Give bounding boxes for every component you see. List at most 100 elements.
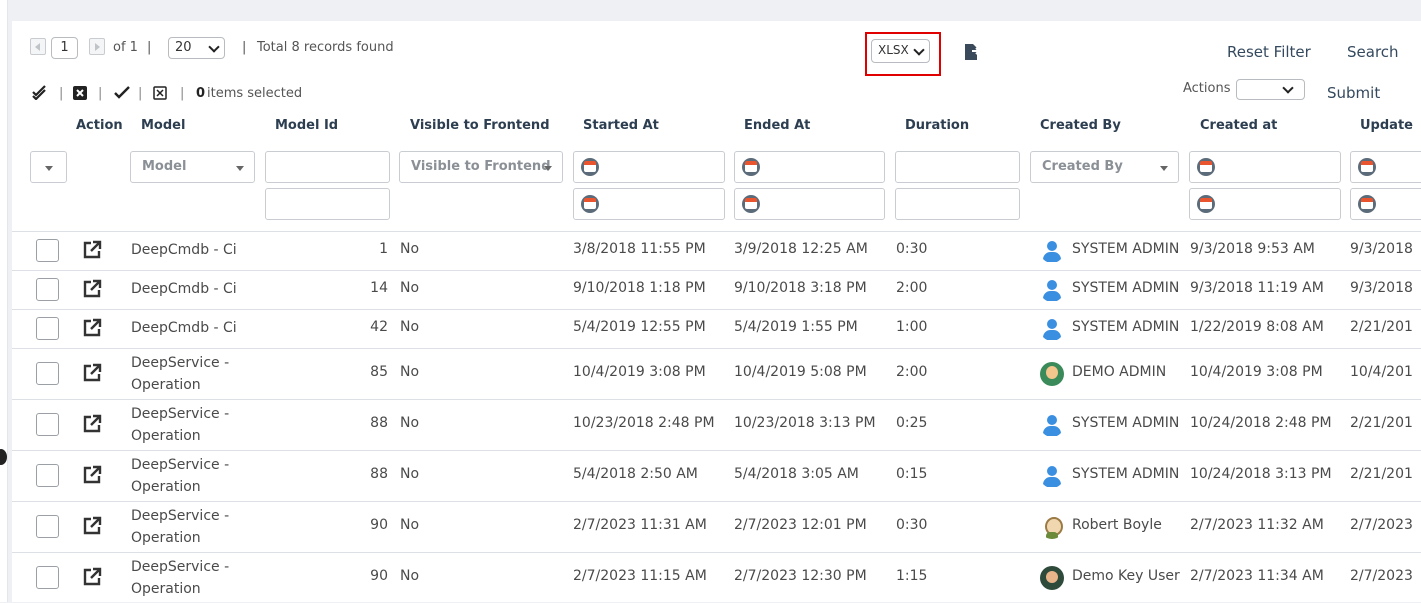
cell-model-id: 88 xyxy=(370,465,388,482)
cell-ended: 5/4/2018 3:05 AM xyxy=(734,465,859,482)
system-admin-avatar xyxy=(1040,238,1064,263)
cell-ended: 9/10/2018 3:18 PM xyxy=(734,279,867,296)
page-size-value: 20 xyxy=(175,40,192,55)
cell-updated: 9/3/2018 xyxy=(1350,279,1413,296)
open-record-icon[interactable] xyxy=(82,279,102,299)
column-header-duration[interactable]: Duration xyxy=(905,118,969,133)
open-record-icon[interactable] xyxy=(82,567,102,587)
started-filter-to[interactable] xyxy=(573,188,725,220)
row-checkbox[interactable] xyxy=(36,514,59,538)
open-record-icon[interactable] xyxy=(82,465,102,485)
cell-created-at: 2/7/2023 11:34 AM xyxy=(1190,567,1324,584)
cell-visible: No xyxy=(400,516,420,533)
cell-model-id: 1 xyxy=(379,240,388,257)
column-header-created-by[interactable]: Created By xyxy=(1040,118,1121,133)
created-at-filter-to[interactable] xyxy=(1189,188,1341,220)
ended-filter-from[interactable] xyxy=(734,151,885,183)
calendar-icon[interactable] xyxy=(742,158,760,176)
cell-visible: No xyxy=(400,567,420,584)
open-record-icon[interactable] xyxy=(82,516,102,536)
cell-ended: 5/4/2019 1:55 PM xyxy=(734,318,858,335)
updated-filter-from[interactable] xyxy=(1350,151,1421,183)
row-checkbox[interactable] xyxy=(36,316,59,340)
started-filter-from[interactable] xyxy=(573,151,725,183)
created-by-filter[interactable]: Created By xyxy=(1030,151,1179,183)
cell-created-at: 9/3/2018 11:19 AM xyxy=(1190,279,1324,296)
model-id-filter-to[interactable] xyxy=(265,188,390,220)
submit-button[interactable]: Submit xyxy=(1327,84,1380,102)
caret-down-icon xyxy=(236,166,244,171)
column-header-visible[interactable]: Visible to Frontend xyxy=(410,118,550,133)
deselect-page-icon[interactable] xyxy=(153,86,167,100)
column-header-model-id[interactable]: Model Id xyxy=(275,118,338,133)
duration-filter-to[interactable] xyxy=(895,188,1020,220)
calendar-icon[interactable] xyxy=(1197,195,1215,213)
open-record-icon[interactable] xyxy=(82,240,102,260)
system-admin-avatar xyxy=(1040,277,1064,302)
caret-down-icon xyxy=(544,166,552,171)
cell-created-by: SYSTEM ADMIN xyxy=(1072,240,1180,257)
cell-model: DeepService - Operation xyxy=(131,354,230,393)
column-header-ended[interactable]: Ended At xyxy=(744,118,810,133)
prev-page-button[interactable] xyxy=(30,38,46,55)
open-record-icon[interactable] xyxy=(82,318,102,338)
separator: | xyxy=(98,86,103,101)
system-admin-avatar xyxy=(1040,316,1064,341)
row-checkbox[interactable] xyxy=(36,238,59,262)
duration-filter-from[interactable] xyxy=(895,151,1020,183)
cell-model: DeepService - Operation xyxy=(131,558,230,597)
column-header-created-at[interactable]: Created at xyxy=(1200,118,1277,133)
model-filter[interactable]: Model xyxy=(130,151,255,183)
export-icon[interactable] xyxy=(962,42,982,62)
open-record-icon[interactable] xyxy=(82,363,102,383)
visible-filter[interactable]: Visible to Frontend xyxy=(399,151,563,183)
separator: | xyxy=(59,86,64,101)
cell-started: 3/8/2018 11:55 PM xyxy=(573,240,706,257)
row-checkbox[interactable] xyxy=(36,463,59,487)
calendar-icon[interactable] xyxy=(581,195,599,213)
selected-label: items selected xyxy=(207,86,303,101)
column-header-model[interactable]: Model xyxy=(141,118,185,133)
actions-select[interactable] xyxy=(1236,79,1305,100)
calendar-icon[interactable] xyxy=(581,158,599,176)
cell-created-at: 9/3/2018 9:53 AM xyxy=(1190,240,1315,257)
cell-created-by: SYSTEM ADMIN xyxy=(1072,414,1180,431)
selected-count: 0 xyxy=(196,86,206,101)
ended-filter-to[interactable] xyxy=(734,188,885,220)
row-checkbox[interactable] xyxy=(36,277,59,301)
cell-started: 2/7/2023 11:31 AM xyxy=(573,516,707,533)
row-checkbox[interactable] xyxy=(36,565,59,589)
cell-visible: No xyxy=(400,363,420,380)
column-header-started[interactable]: Started At xyxy=(583,118,659,133)
open-record-icon[interactable] xyxy=(82,414,102,434)
column-header-updated[interactable]: Update xyxy=(1360,118,1413,133)
select-page-icon[interactable] xyxy=(114,86,130,100)
cell-started: 10/23/2018 2:48 PM xyxy=(573,414,715,431)
left-edge xyxy=(0,0,8,602)
row-filter-dropdown[interactable] xyxy=(30,151,67,183)
cell-duration: 0:30 xyxy=(896,516,928,533)
next-page-button[interactable] xyxy=(89,38,105,55)
separator: | xyxy=(147,40,152,55)
calendar-icon[interactable] xyxy=(1358,195,1376,213)
model-id-filter-from[interactable] xyxy=(265,151,390,183)
chevron-down-icon xyxy=(1282,82,1294,94)
search-button[interactable]: Search xyxy=(1347,43,1399,61)
updated-filter-to[interactable] xyxy=(1350,188,1421,220)
calendar-icon[interactable] xyxy=(1358,158,1376,176)
cell-duration: 2:00 xyxy=(896,279,928,296)
calendar-icon[interactable] xyxy=(742,195,760,213)
cell-started: 5/4/2019 12:55 PM xyxy=(573,318,706,335)
cell-model: DeepService - Operation xyxy=(131,456,230,495)
cell-duration: 1:15 xyxy=(896,567,928,584)
row-checkbox[interactable] xyxy=(36,361,59,385)
page-number-input[interactable]: 1 xyxy=(51,37,78,59)
calendar-icon[interactable] xyxy=(1197,158,1215,176)
reset-filter-button[interactable]: Reset Filter xyxy=(1227,43,1311,61)
select-all-icon[interactable] xyxy=(31,84,47,100)
row-checkbox[interactable] xyxy=(36,412,59,436)
created-at-filter-from[interactable] xyxy=(1189,151,1341,183)
page-size-select[interactable]: 20 xyxy=(168,37,225,59)
deselect-all-icon[interactable] xyxy=(73,86,87,100)
cell-visible: No xyxy=(400,414,420,431)
